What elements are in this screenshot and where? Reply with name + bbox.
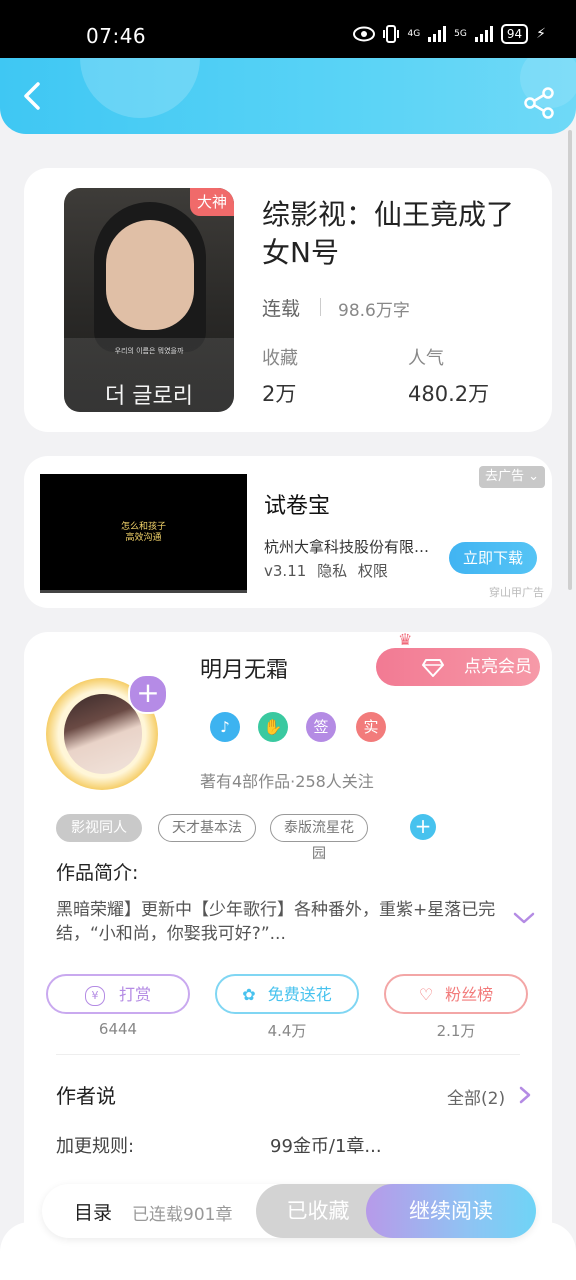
update-rule-value: 99金币/1章...: [270, 1136, 382, 1157]
author-card: + 明月无霜 ♛ 点亮会员 ♪ ✋ 签 实 著有4部作品·258人关注 影视同人…: [24, 630, 552, 1272]
real-name-icon[interactable]: 实: [356, 712, 386, 742]
divider: [56, 1054, 520, 1055]
eye-icon: [353, 26, 376, 42]
crown-icon: ♛: [398, 630, 413, 649]
update-rule-label: 加更规则:: [56, 1136, 135, 1157]
tip-label: 打赏: [118, 985, 151, 1004]
back-icon[interactable]: [18, 80, 50, 112]
tag-item[interactable]: 影视同人: [56, 814, 142, 842]
word-count: 98.6万字: [338, 301, 410, 321]
chapter-count: 已连载901章: [132, 1205, 233, 1225]
tip-button[interactable]: ¥ 打赏: [46, 974, 190, 1014]
coin-icon: ¥: [84, 985, 105, 1006]
author-says-title: 作者说: [56, 1084, 116, 1108]
scrollbar[interactable]: [568, 130, 572, 590]
fan-count: 2.1万: [436, 1022, 476, 1040]
status-bar: 07:46 4G 5G 94 ⚡: [0, 0, 576, 58]
popularity-value: 480.2万: [408, 382, 490, 406]
ad-app-name: 试卷宝: [264, 494, 331, 519]
medal-label: 签: [313, 718, 329, 736]
fan-ranking-button[interactable]: ♡ 粉丝榜: [384, 974, 528, 1014]
cover-figure-face: [106, 220, 194, 330]
author-name: 明月无霜: [200, 658, 289, 683]
ad-video[interactable]: 怎么和孩子 高效沟通: [40, 474, 247, 593]
collect-label: 收藏: [262, 348, 298, 369]
fan-ranking-label: 粉丝榜: [445, 985, 494, 1004]
user-heart-icon: ♡: [418, 985, 434, 1004]
signal-icon-2: [474, 26, 493, 42]
share-icon[interactable]: [522, 86, 556, 120]
ad-version: v3.11: [264, 562, 307, 580]
ad-source: 穿山甲广告: [489, 586, 544, 599]
ad-privacy-link[interactable]: 隐私: [317, 562, 347, 580]
intro-text[interactable]: 黑暗荣耀】更新中【少年歌行】各种番外，重紫+星落已完结，“小和尚，你娶我可好?”…: [56, 898, 506, 946]
header-decoration: [80, 58, 200, 118]
tag-item[interactable]: 天才基本法: [158, 814, 256, 842]
continue-reading-button[interactable]: 继续阅读: [366, 1184, 536, 1238]
tag-item[interactable]: 泰版流星花园: [270, 814, 368, 862]
flower-icon: ✿: [242, 985, 256, 1004]
diamond-icon: [422, 659, 444, 677]
table-of-contents-button[interactable]: 目录: [74, 1198, 112, 1225]
medal-label: 实: [363, 718, 379, 736]
network-5g-label: 5G: [454, 29, 467, 39]
ad-company: 杭州大拿科技股份有限公司: [264, 538, 434, 556]
status-time: 07:46: [86, 24, 147, 48]
flower-label: 免费送花: [267, 985, 332, 1004]
signal-icon: [428, 26, 447, 42]
ad-meta: v3.11 隐私 权限: [264, 560, 388, 581]
cover-title: 더 글로리: [105, 384, 193, 409]
chevron-right-icon[interactable]: [518, 1086, 532, 1104]
flower-count: 4.4万: [267, 1022, 307, 1040]
author-says-all-link[interactable]: 全部(2): [447, 1084, 505, 1109]
medal-label: ♪: [220, 718, 230, 736]
book-title: 综影视：仙王竟成了女N号: [262, 198, 515, 269]
battery-level: 94: [500, 24, 529, 44]
cover-subtitle: 우리의 이름은 뭐였을까: [114, 347, 184, 355]
free-flower-button[interactable]: ✿ 免费送花: [215, 974, 359, 1014]
network-4g-label: 4G: [407, 29, 421, 39]
top-header: [0, 58, 576, 134]
medal-label: ✋: [263, 718, 283, 736]
author-stats: 著有4部作品·258人关注: [200, 772, 374, 791]
chevron-down-icon[interactable]: [512, 910, 536, 926]
download-button[interactable]: 立即下载: [449, 542, 537, 574]
bottom-action-bar: 目录 已连载901章 已收藏 继续阅读: [42, 1184, 536, 1238]
intro-label: 作品简介:: [56, 862, 139, 884]
handshake-icon[interactable]: ✋: [258, 712, 288, 742]
music-note-icon[interactable]: ♪: [210, 712, 240, 742]
vibrate-icon: [383, 25, 400, 43]
author-level-badge: 大神: [190, 188, 234, 216]
ad-video-text: 怎么和孩子 高效沟通: [120, 522, 166, 543]
add-tag-icon[interactable]: +: [410, 814, 436, 840]
book-status: 连载: [262, 298, 301, 320]
popularity-label: 人气: [408, 348, 444, 369]
collect-value: 2万: [262, 382, 297, 406]
divider: [320, 298, 321, 316]
ad-permissions-link[interactable]: 权限: [358, 562, 388, 580]
charging-icon: ⚡: [536, 26, 546, 42]
collected-label: 已收藏: [286, 1199, 350, 1223]
tip-count: 6444: [98, 1020, 138, 1038]
vip-label[interactable]: 点亮会员: [464, 648, 532, 686]
follow-plus-icon[interactable]: +: [128, 674, 168, 714]
remove-ad-button[interactable]: 去广告 ⌄: [479, 466, 545, 488]
book-cover[interactable]: 우리의 이름은 뭐였을까 더 글로리: [64, 188, 234, 412]
book-info-card: 우리의 이름은 뭐였을까 더 글로리 大神 综影视：仙王竟成了女N号 连载 98…: [24, 168, 552, 432]
sign-icon[interactable]: 签: [306, 712, 336, 742]
ad-card[interactable]: 怎么和孩子 高效沟通 去广告 ⌄ 试卷宝 杭州大拿科技股份有限公司 v3.11 …: [24, 456, 552, 608]
status-icons: 4G 5G 94 ⚡: [353, 24, 546, 44]
